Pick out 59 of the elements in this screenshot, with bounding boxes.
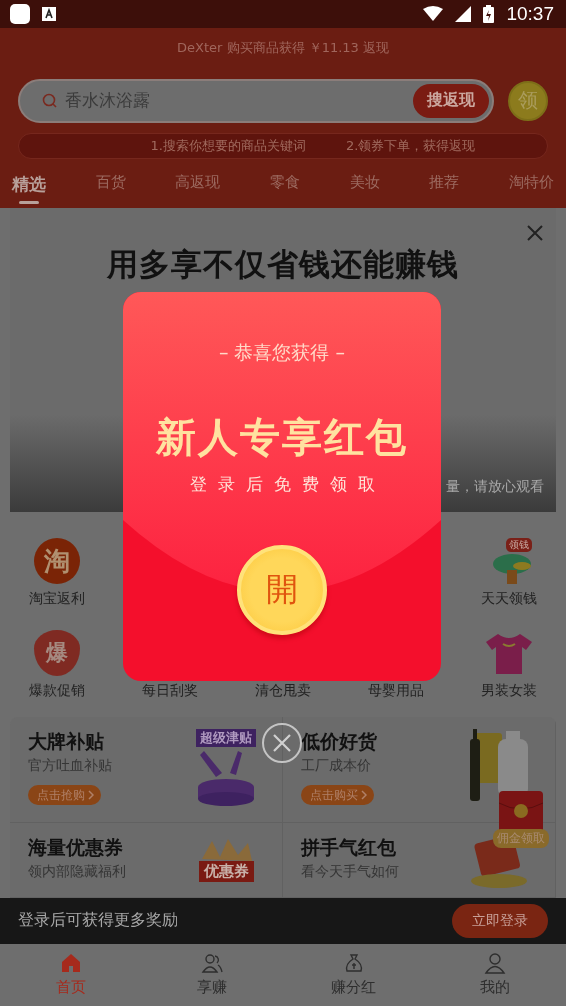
promo-title: 海量优惠券 bbox=[28, 835, 124, 861]
nav-tab[interactable]: 赚分红 bbox=[283, 943, 425, 1006]
nav-tab[interactable]: 首页 bbox=[0, 943, 142, 1006]
app-icon bbox=[10, 3, 30, 24]
open-button[interactable]: 開 bbox=[237, 545, 327, 635]
banner-caption: 量，请放心观看 bbox=[446, 478, 544, 497]
category-tab[interactable]: 精选 bbox=[12, 172, 46, 204]
wifi-icon bbox=[423, 6, 444, 22]
category-tab[interactable]: 淘特价 bbox=[508, 172, 554, 204]
promo-button[interactable]: 点击购买 bbox=[301, 785, 374, 806]
shortcut-label[interactable]: 清仓甩卖 bbox=[255, 682, 311, 701]
category-tab[interactable]: 百货 bbox=[95, 172, 126, 204]
popup-subtitle: – 恭喜您获得 – bbox=[218, 340, 346, 365]
person-icon bbox=[484, 952, 507, 975]
login-button[interactable]: 立即登录 bbox=[452, 903, 548, 938]
shortcut-label[interactable]: 淘宝返利 bbox=[28, 590, 85, 609]
category-tab[interactable]: 美妆 bbox=[349, 172, 380, 204]
tip-text: 2.领券下单，获得返现 bbox=[346, 136, 476, 155]
category-tab[interactable]: 高返现 bbox=[175, 172, 221, 204]
nav-tab[interactable]: 享赚 bbox=[141, 943, 283, 1006]
search-icon bbox=[42, 93, 57, 109]
tree-drawing bbox=[492, 552, 533, 585]
popup-note: 登录后免费领取 bbox=[188, 473, 386, 496]
home-icon bbox=[59, 952, 82, 975]
shortcut-label[interactable]: 每日刮奖 bbox=[141, 682, 198, 701]
flame-icon: 爆 bbox=[33, 630, 80, 677]
close-icon bbox=[272, 733, 292, 753]
category-tab[interactable]: 推荐 bbox=[429, 172, 460, 204]
signal-icon bbox=[455, 5, 472, 22]
shortcut-label[interactable]: 天天领钱 bbox=[481, 590, 538, 609]
category-tab[interactable]: 零食 bbox=[269, 172, 300, 204]
search-button[interactable]: 搜返现 bbox=[413, 83, 489, 118]
close-button[interactable] bbox=[262, 723, 302, 763]
battery-charging-icon bbox=[483, 4, 495, 23]
promo-title: 拼手气红包 bbox=[301, 835, 397, 861]
login-prompt: 登录后可获得更多奖励 bbox=[18, 910, 178, 932]
commission-badge[interactable]: 佣金领取 bbox=[493, 829, 549, 849]
close-icon bbox=[526, 224, 544, 242]
tao-badge-icon: 淘 bbox=[33, 538, 80, 585]
shortcut-label[interactable]: 男装女装 bbox=[481, 682, 538, 701]
promo-title: 低价好货 bbox=[301, 729, 378, 755]
shortcut-label[interactable]: 母婴用品 bbox=[368, 682, 425, 701]
announcement-text: DeXter 购买商品获得 ￥11.13 返现 bbox=[177, 38, 389, 57]
popup-title: 新人专享红包 bbox=[156, 413, 408, 462]
font-app-icon bbox=[42, 6, 56, 21]
nav-tab[interactable]: 我的 bbox=[424, 943, 566, 1006]
shortcut-label[interactable]: 爆款促销 bbox=[28, 682, 85, 701]
promo-title: 大牌补贴 bbox=[28, 729, 105, 755]
status-time: 10:37 bbox=[506, 2, 554, 25]
chevron-icon bbox=[88, 790, 94, 801]
tip-text: 1.搜索你想要的商品关键词 bbox=[150, 136, 306, 155]
coupon-coin-button[interactable]: 领 bbox=[508, 80, 548, 121]
promo-button[interactable]: 点击抢购 bbox=[28, 785, 101, 806]
t-shirt-icon bbox=[486, 632, 533, 677]
banner-title: 用多享不仅省钱还能赚钱 bbox=[107, 245, 459, 284]
people-icon bbox=[201, 952, 224, 975]
art-label: 超级津贴 bbox=[196, 729, 256, 748]
coupon-label: 优惠券 bbox=[198, 861, 254, 883]
chevron-icon bbox=[361, 790, 367, 801]
